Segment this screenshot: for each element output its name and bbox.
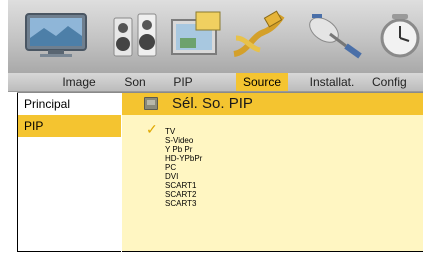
option-label: HD-YPbPr	[165, 154, 203, 163]
option-label: S-Video	[165, 136, 194, 145]
tv-picture-icon[interactable]	[22, 8, 92, 62]
sidebar-item-principal[interactable]: Principal	[18, 93, 121, 115]
tab-image[interactable]: Image	[46, 73, 112, 91]
tab-pip[interactable]: PIP	[158, 73, 208, 91]
main-area: Principal PIP Sél. So. PIP ✓ TV S-Video …	[17, 92, 423, 253]
option-dvi[interactable]: DVI	[122, 172, 423, 181]
option-label: SCART1	[165, 181, 197, 190]
panel-title: Sél. So. PIP	[172, 95, 253, 112]
tab-source[interactable]: Source	[236, 73, 288, 91]
satellite-dish-icon[interactable]	[302, 8, 366, 62]
option-tv[interactable]: ✓ TV	[122, 122, 423, 136]
option-hd-ypbpr[interactable]: HD-YPbPr	[122, 154, 423, 163]
tv-icon	[144, 97, 158, 110]
tab-installation[interactable]: Installat.	[302, 73, 362, 91]
option-scart3[interactable]: SCART3	[122, 199, 423, 208]
main-tab-bar: Image Son PIP Source Installat. Config	[8, 73, 423, 92]
option-s-video[interactable]: S-Video	[122, 136, 423, 145]
option-pc[interactable]: PC	[122, 163, 423, 172]
source-option-list: ✓ TV S-Video Y Pb Pr HD-YPbPr PC DVI SCA…	[122, 122, 423, 208]
tab-config[interactable]: Config	[372, 73, 423, 91]
sidebar: Principal PIP	[17, 93, 121, 252]
checkmark-icon: ✓	[146, 121, 158, 137]
source-pip-panel: Sél. So. PIP ✓ TV S-Video Y Pb Pr HD-YPb…	[122, 93, 423, 252]
option-label: TV	[165, 127, 176, 136]
tab-son[interactable]: Son	[112, 73, 158, 91]
sidebar-item-pip[interactable]: PIP	[18, 115, 121, 137]
option-label: SCART3	[165, 199, 197, 208]
option-label: DVI	[165, 172, 179, 181]
speakers-icon[interactable]	[110, 8, 160, 62]
pip-screens-icon[interactable]	[168, 8, 224, 62]
option-scart2[interactable]: SCART2	[122, 190, 423, 199]
option-label: PC	[165, 163, 177, 172]
option-label: Y Pb Pr	[165, 145, 193, 154]
clock-icon[interactable]	[374, 8, 423, 62]
top-icon-bar	[8, 0, 423, 73]
panel-header: Sél. So. PIP	[122, 93, 423, 115]
option-scart1[interactable]: SCART1	[122, 181, 423, 190]
option-label: SCART2	[165, 190, 197, 199]
source-cables-icon[interactable]	[230, 8, 286, 62]
option-ypbpr[interactable]: Y Pb Pr	[122, 145, 423, 154]
